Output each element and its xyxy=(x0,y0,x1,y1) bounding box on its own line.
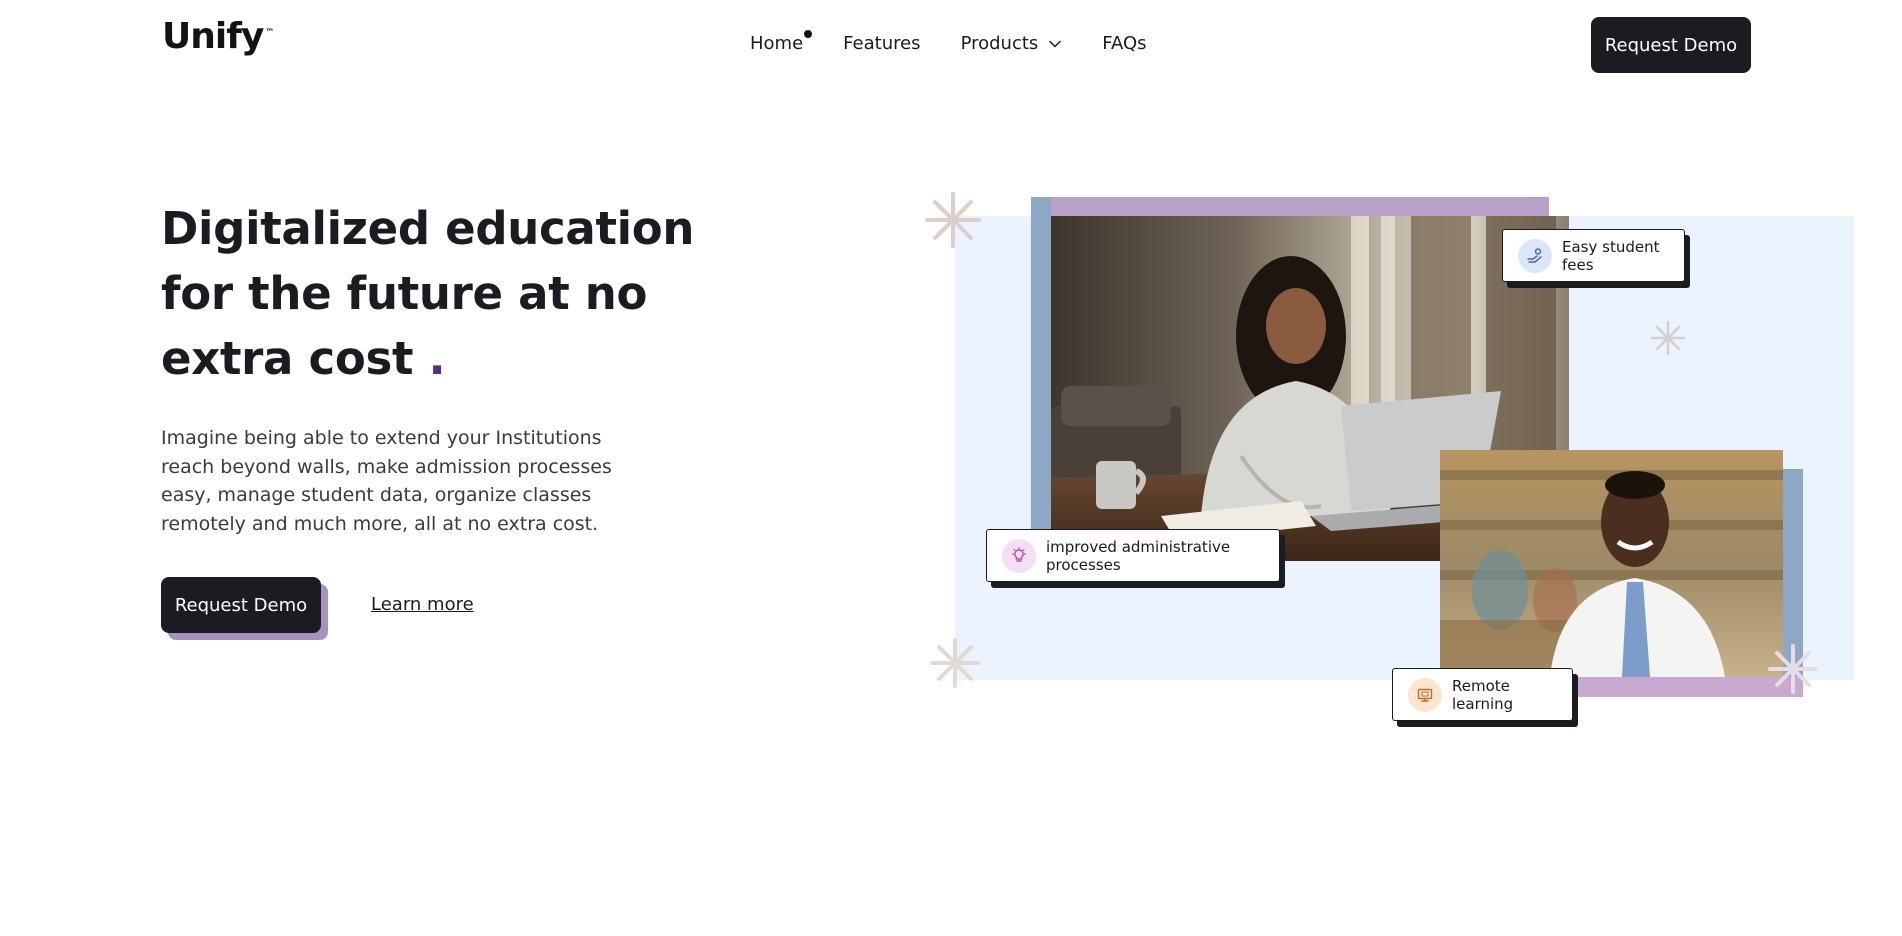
nav-item-label: Products xyxy=(960,33,1039,54)
nav-item-label: Features xyxy=(843,33,921,54)
sparkle-icon xyxy=(1650,320,1686,356)
nav-request-demo-button[interactable]: Request Demo xyxy=(1591,17,1751,73)
nav-item-products[interactable]: Products xyxy=(961,33,1063,54)
brand-logo[interactable]: Unify ™ xyxy=(162,16,274,57)
badge-label: improved administrative processes xyxy=(1046,537,1231,574)
teacher-image xyxy=(1440,450,1783,677)
nav-item-label: FAQs xyxy=(1102,33,1147,54)
nav-item-home[interactable]: Home xyxy=(750,30,813,54)
hero-title-line-1: Digitalized education xyxy=(161,202,695,255)
main-nav: Home Features Products FAQs xyxy=(750,30,1147,54)
badge-label: Easy student fees xyxy=(1562,237,1660,274)
hero-title: Digitalized education for the future at … xyxy=(161,196,721,391)
brand-name: Unify xyxy=(162,16,264,57)
chevron-down-icon xyxy=(1049,40,1062,47)
hero-title-line-2: for the future at no xyxy=(161,267,648,320)
monitor-icon xyxy=(1408,677,1442,712)
nav-item-label: Home xyxy=(750,33,804,54)
money-hand-icon xyxy=(1518,238,1552,273)
trademark-mark: ™ xyxy=(265,28,275,38)
sparkle-icon xyxy=(1768,644,1818,694)
hero-request-demo-button[interactable]: Request Demo xyxy=(161,577,321,633)
teacher-photo xyxy=(1440,450,1783,677)
improved-admin-processes-badge: improved administrative processes xyxy=(986,529,1280,582)
hero-title-line-3: extra cost xyxy=(161,332,414,385)
remote-learning-badge: Remote learning xyxy=(1392,668,1573,721)
nav-item-features[interactable]: Features xyxy=(843,33,920,54)
hero-cta-group: Request Demo xyxy=(161,577,328,640)
lightbulb-icon xyxy=(1002,538,1036,573)
easy-student-fees-badge: Easy student fees xyxy=(1502,229,1685,282)
active-indicator-dot xyxy=(804,30,813,38)
photo-frame-accent xyxy=(1031,197,1549,217)
badge-label: Remote learning xyxy=(1452,676,1514,713)
accent-dot: . xyxy=(428,332,446,385)
nav-item-faqs[interactable]: FAQs xyxy=(1102,33,1146,54)
learn-more-link[interactable]: Learn more xyxy=(371,594,474,615)
sparkle-icon xyxy=(930,638,980,688)
hero-description: Imagine being able to extend your Instit… xyxy=(161,427,612,535)
photo-frame-accent xyxy=(1031,197,1051,560)
sparkle-icon xyxy=(925,192,981,248)
